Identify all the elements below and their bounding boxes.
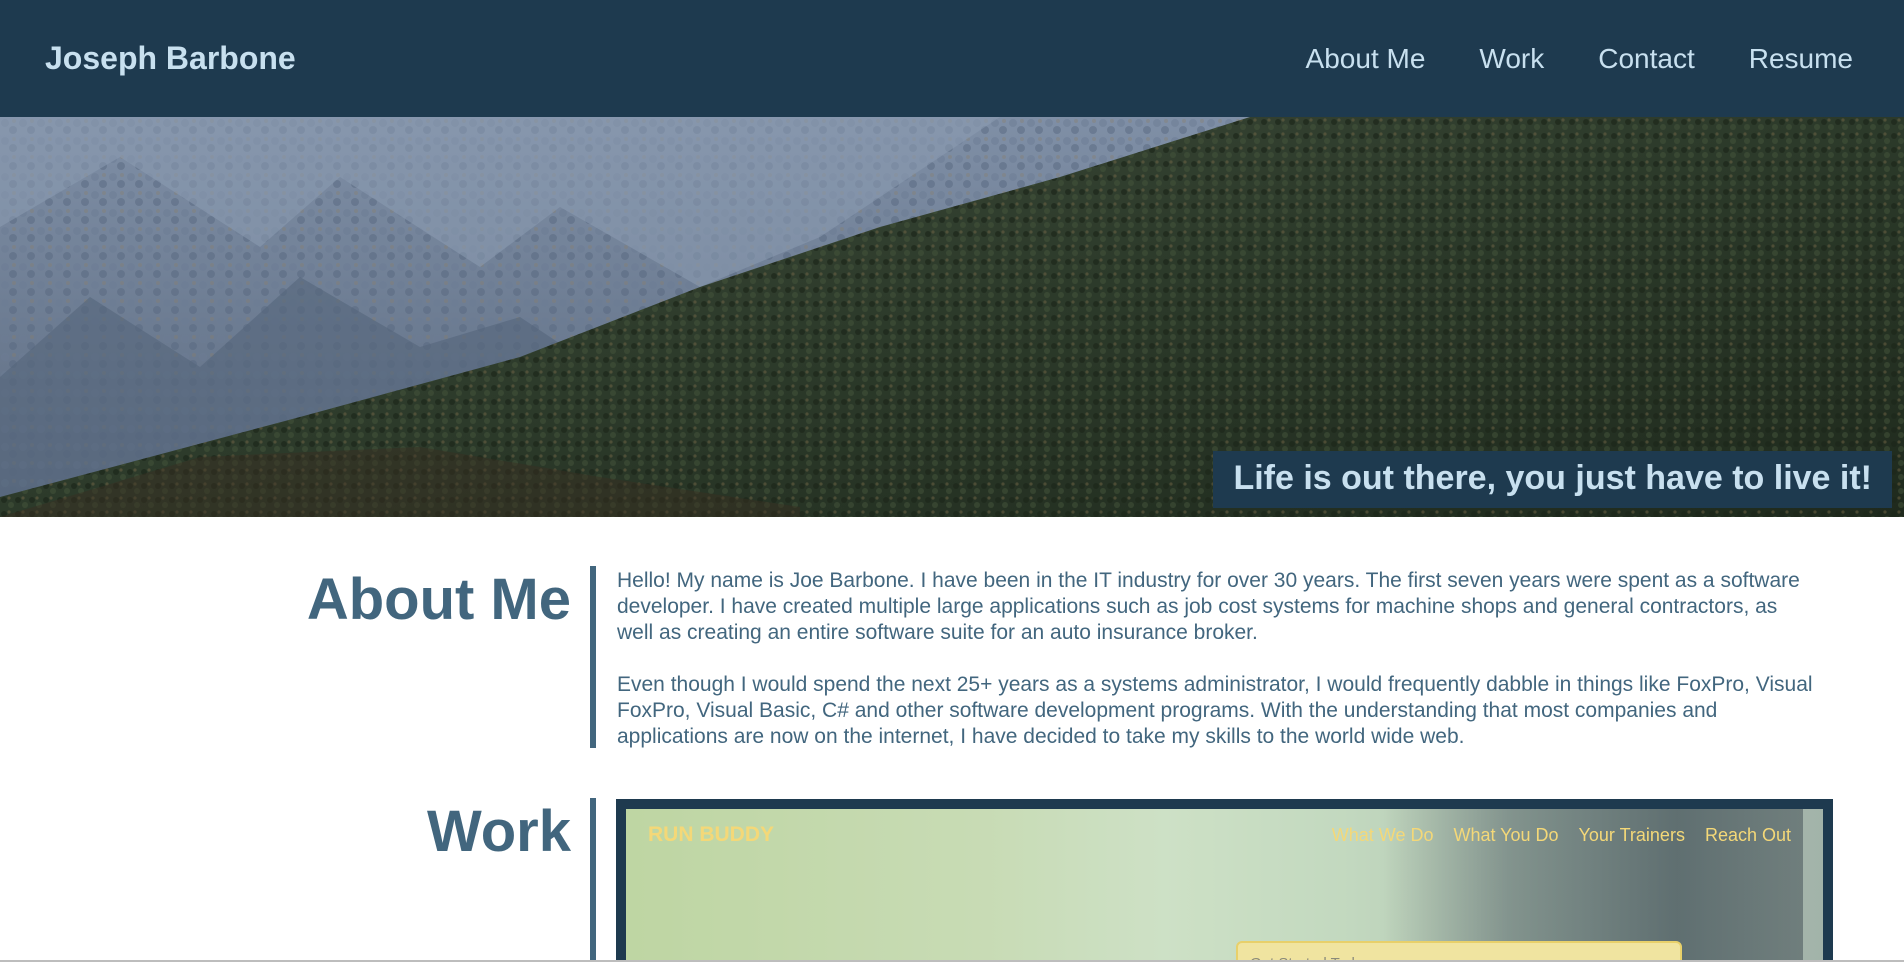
project-signup-card: Get Started Today	[1236, 941, 1682, 962]
site-header: Joseph Barbone About Me Work Contact Res…	[0, 0, 1904, 117]
about-paragraph: Even though I would spend the next 25+ y…	[617, 673, 1813, 748]
project-card-run-buddy[interactable]: RUN BUDDY What We Do What You Do Your Tr…	[616, 799, 1833, 962]
main-nav: About Me Work Contact Resume	[1306, 43, 1853, 75]
project-nav-item: What You Do	[1453, 825, 1559, 845]
project-nav-item: Your Trainers	[1578, 825, 1685, 845]
nav-contact[interactable]: Contact	[1598, 43, 1695, 75]
nav-work[interactable]: Work	[1479, 43, 1544, 75]
project-screenshot[interactable]: RUN BUDDY What We Do What You Do Your Tr…	[626, 809, 1823, 962]
work-title: Work	[427, 799, 571, 864]
project-nav-item: Reach Out	[1704, 825, 1791, 845]
about-text: Hello! My name is Joe Barbone. I have be…	[617, 568, 1817, 750]
nav-about-me[interactable]: About Me	[1306, 43, 1426, 75]
project-brand: RUN BUDDY	[648, 823, 774, 846]
hero-banner: Life is out there, you just have to live…	[0, 117, 1904, 517]
project-nav: What We Do What You Do Your Trainers Rea…	[1332, 825, 1791, 846]
about-divider	[590, 566, 596, 748]
brand-link[interactable]: Joseph Barbone	[45, 40, 296, 77]
about-title: About Me	[306, 567, 571, 632]
work-divider	[590, 798, 596, 962]
about-paragraph: Hello! My name is Joe Barbone. I have be…	[617, 569, 1800, 644]
nav-resume[interactable]: Resume	[1749, 43, 1853, 75]
hero-tagline: Life is out there, you just have to live…	[1213, 451, 1892, 508]
project-nav-item: What We Do	[1331, 825, 1434, 845]
